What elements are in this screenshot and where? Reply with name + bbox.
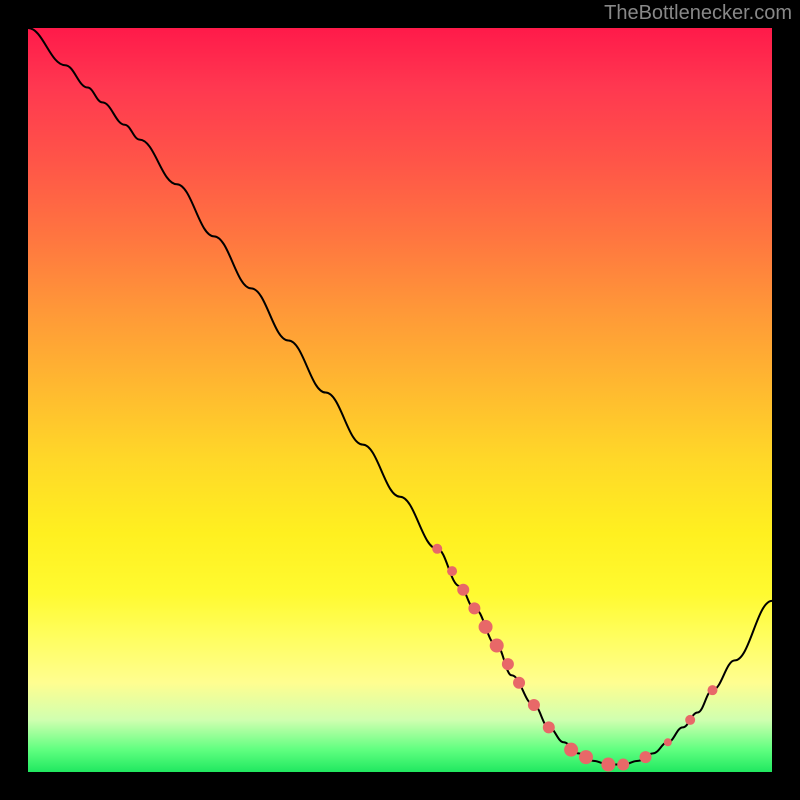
data-point [513,677,525,689]
chart-svg [28,28,772,772]
data-point [468,602,480,614]
data-point [543,721,555,733]
data-point [685,715,695,725]
bottleneck-curve [28,28,772,765]
data-point [564,743,578,757]
data-point [664,738,672,746]
data-point [579,750,593,764]
data-point [479,620,493,634]
data-point [617,759,629,771]
data-point [490,639,504,653]
data-point [528,699,540,711]
data-point [640,751,652,763]
data-point [707,685,717,695]
data-point [601,758,615,772]
data-point [502,658,514,670]
watermark: TheBottlenecker.com [604,2,792,25]
data-point [457,584,469,596]
data-point [447,566,457,576]
chart-plot-area [28,28,772,772]
data-point [432,544,442,554]
